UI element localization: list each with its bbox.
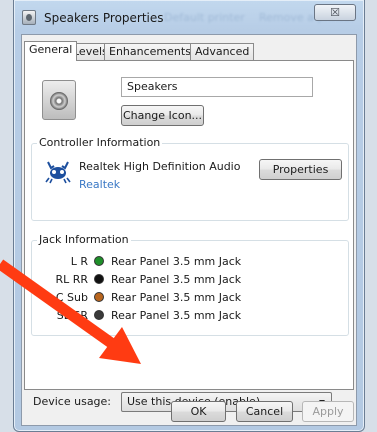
jack-row: L R Rear Panel 3.5 mm Jack xyxy=(32,255,332,269)
tab-advanced[interactable]: Advanced xyxy=(190,43,255,60)
close-button[interactable]: ☒ xyxy=(314,4,356,21)
jack-channel: L R xyxy=(70,255,88,268)
speaker-properties-icon xyxy=(22,10,36,25)
jack-color-dot xyxy=(94,274,104,284)
dialog-client-area: General Levels Enhancements Advanced Spe… xyxy=(21,34,357,426)
general-tab-panel: Speakers Change Icon... Controller Infor… xyxy=(24,60,354,412)
tab-general[interactable]: General xyxy=(24,41,78,61)
device-name-field[interactable]: Speakers xyxy=(121,77,313,97)
jack-channel: RL RR xyxy=(55,273,88,286)
jack-channel: C Sub xyxy=(55,291,88,304)
change-icon-button[interactable]: Change Icon... xyxy=(121,105,204,126)
ok-button[interactable]: OK xyxy=(171,401,226,422)
device-usage-label: Device usage: xyxy=(33,395,112,408)
realtek-crab-icon xyxy=(45,161,71,184)
title-bar[interactable]: Speakers Properties Default printer Remo… xyxy=(14,0,364,34)
jack-color-dot xyxy=(94,256,104,266)
jack-row: SL SR Rear Panel 3.5 mm Jack xyxy=(32,309,332,323)
jack-description: Rear Panel 3.5 mm Jack xyxy=(111,255,242,268)
jack-description: Rear Panel 3.5 mm Jack xyxy=(111,309,242,322)
vendor-link[interactable]: Realtek xyxy=(79,178,120,191)
jack-description: Rear Panel 3.5 mm Jack xyxy=(111,273,242,286)
tab-enhancements[interactable]: Enhancements xyxy=(104,43,196,60)
controller-device-name: Realtek High Definition Audio xyxy=(79,160,241,173)
jack-color-dot xyxy=(94,292,104,302)
jack-color-dot xyxy=(94,310,104,320)
jack-info-group: Jack Information L R Rear Panel 3.5 mm J… xyxy=(31,233,349,336)
apply-button[interactable]: Apply xyxy=(302,401,354,422)
properties-button[interactable]: Properties xyxy=(259,159,342,180)
close-icon: ☒ xyxy=(330,6,340,19)
jack-row: C Sub Rear Panel 3.5 mm Jack xyxy=(32,291,332,305)
jack-channel: SL SR xyxy=(56,309,88,322)
controller-info-group: Controller Information Realtek High Defi… xyxy=(31,136,349,221)
speakers-properties-window: Speakers Properties Default printer Remo… xyxy=(13,0,365,432)
jack-row: RL RR Rear Panel 3.5 mm Jack xyxy=(32,273,332,287)
window-title: Speakers Properties xyxy=(44,11,164,25)
background-window-text: Default printer xyxy=(164,11,245,24)
speaker-icon xyxy=(42,80,76,120)
jack-description: Rear Panel 3.5 mm Jack xyxy=(111,291,242,304)
jack-info-label: Jack Information xyxy=(37,233,131,246)
device-usage-select[interactable]: Use this device (enable) xyxy=(121,392,332,412)
controller-info-label: Controller Information xyxy=(37,136,163,149)
cancel-button[interactable]: Cancel xyxy=(236,401,293,422)
